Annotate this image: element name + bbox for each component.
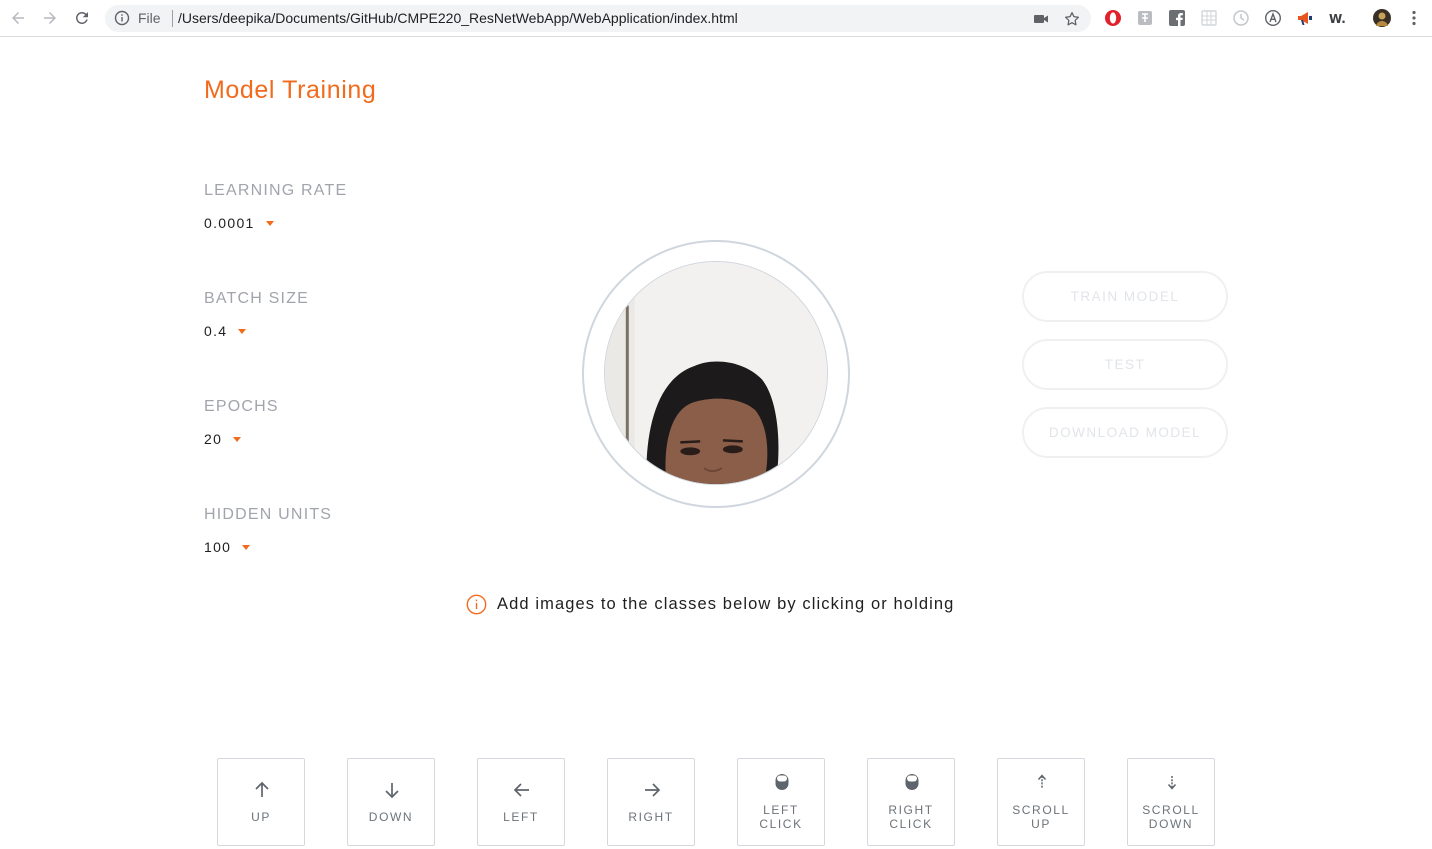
address-bar[interactable]: File /Users/deepika/Documents/GitHub/CMP…: [105, 5, 1091, 32]
param-epochs: EPOCHS 20: [204, 398, 279, 447]
caret-down-icon: [238, 328, 247, 334]
hint-message: Add images to the classes below by click…: [466, 594, 954, 615]
facebook-icon[interactable]: [1168, 9, 1186, 27]
arrow-left-icon: [12, 12, 24, 24]
clock-extension-icon[interactable]: [1232, 9, 1250, 27]
scroll-down-class-button[interactable]: SCROLL DOWN: [1127, 758, 1215, 846]
hint-text: Add images to the classes below by click…: [497, 595, 955, 613]
param-value: 0.0001: [204, 215, 255, 231]
camera-icon[interactable]: [1033, 11, 1049, 27]
hidden-units-dropdown[interactable]: 100: [204, 539, 332, 555]
control-label: LEFT CLICK: [738, 803, 824, 831]
webcam-image: [605, 262, 827, 484]
scroll-up-class-button[interactable]: SCROLL UP: [997, 758, 1085, 846]
grid-extension-icon[interactable]: [1200, 9, 1218, 27]
param-label: LEARNING RATE: [204, 182, 348, 199]
forward-button[interactable]: [38, 6, 62, 30]
control-label: RIGHT: [628, 810, 674, 824]
caret-down-icon: [242, 544, 251, 550]
right-click-class-button[interactable]: RIGHT CLICK: [867, 758, 955, 846]
left-class-button[interactable]: LEFT: [477, 758, 565, 846]
control-label: RIGHT CLICK: [868, 803, 954, 831]
param-hidden-units: HIDDEN UNITS 100: [204, 506, 332, 555]
param-batch-size: BATCH SIZE 0.4: [204, 290, 309, 339]
batch-size-dropdown[interactable]: 0.4: [204, 323, 309, 339]
arrow-right-icon: [645, 783, 661, 797]
up-class-button[interactable]: UP: [217, 758, 305, 846]
mouse-right-icon: [905, 774, 919, 790]
arrow-left-icon: [513, 783, 529, 797]
url-text[interactable]: /Users/deepika/Documents/GitHub/CMPE220_…: [178, 10, 738, 26]
browser-toolbar: File /Users/deepika/Documents/GitHub/CMP…: [0, 0, 1432, 37]
control-label: LEFT: [503, 810, 539, 824]
param-value: 20: [204, 431, 223, 447]
control-label-line2: CLICK: [759, 817, 803, 831]
control-label-line2: CLICK: [889, 817, 933, 831]
bookmark-star-icon[interactable]: [1063, 10, 1081, 28]
learning-rate-dropdown[interactable]: 0.0001: [204, 215, 347, 231]
control-label: UP: [251, 810, 271, 824]
opera-icon[interactable]: [1104, 9, 1122, 27]
info-icon: [466, 594, 487, 615]
control-label-line1: SCROLL: [1012, 803, 1070, 817]
w-extension-icon[interactable]: W.: [1328, 9, 1346, 27]
control-label: SCROLL DOWN: [1128, 803, 1214, 831]
reload-icon: [75, 11, 88, 24]
caret-down-icon: [265, 220, 274, 226]
control-label-line1: SCROLL: [1142, 803, 1200, 817]
svg-text:W.: W.: [1329, 12, 1346, 26]
param-learning-rate: LEARNING RATE 0.0001: [204, 182, 347, 231]
arrow-down-icon: [385, 783, 399, 799]
control-label-line1: LEFT: [763, 803, 799, 817]
control-label: DOWN: [368, 810, 414, 824]
url-scheme: File: [138, 10, 161, 26]
param-label: HIDDEN UNITS: [204, 506, 333, 523]
param-label: BATCH SIZE: [204, 290, 310, 307]
param-label: EPOCHS: [204, 398, 279, 415]
caret-down-icon: [233, 436, 242, 442]
webcam-preview: [604, 261, 828, 485]
param-value: 100: [204, 539, 232, 555]
info-icon[interactable]: [114, 10, 130, 26]
control-label-line2: DOWN: [1148, 817, 1194, 831]
arrow-up-icon: [255, 781, 269, 797]
control-label-line2: UP: [1031, 817, 1051, 831]
hanzi-icon[interactable]: [1136, 9, 1154, 27]
a-extension-icon[interactable]: [1264, 9, 1282, 27]
right-class-button[interactable]: RIGHT: [607, 758, 695, 846]
reload-button[interactable]: [70, 6, 94, 30]
back-button[interactable]: [6, 6, 30, 30]
download-model-button[interactable]: DOWNLOAD MODEL: [1022, 407, 1228, 458]
url-divider: [172, 10, 173, 27]
control-label-line1: RIGHT: [888, 803, 934, 817]
train-model-button[interactable]: TRAIN MODEL: [1022, 271, 1228, 322]
control-label: SCROLL UP: [998, 803, 1084, 831]
scroll-up-icon: [1037, 774, 1047, 788]
left-click-class-button[interactable]: LEFT CLICK: [737, 758, 825, 846]
profile-avatar[interactable]: [1373, 9, 1391, 27]
page-title: Model Training: [204, 76, 377, 104]
arrow-right-icon: [44, 12, 56, 24]
megaphone-icon[interactable]: [1296, 9, 1314, 27]
scroll-down-icon: [1167, 776, 1177, 790]
epochs-dropdown[interactable]: 20: [204, 431, 279, 447]
kebab-menu-icon[interactable]: [1405, 9, 1423, 27]
down-class-button[interactable]: DOWN: [347, 758, 435, 846]
test-button[interactable]: TEST: [1022, 339, 1228, 390]
mouse-left-icon: [775, 774, 789, 790]
param-value: 0.4: [204, 323, 228, 339]
